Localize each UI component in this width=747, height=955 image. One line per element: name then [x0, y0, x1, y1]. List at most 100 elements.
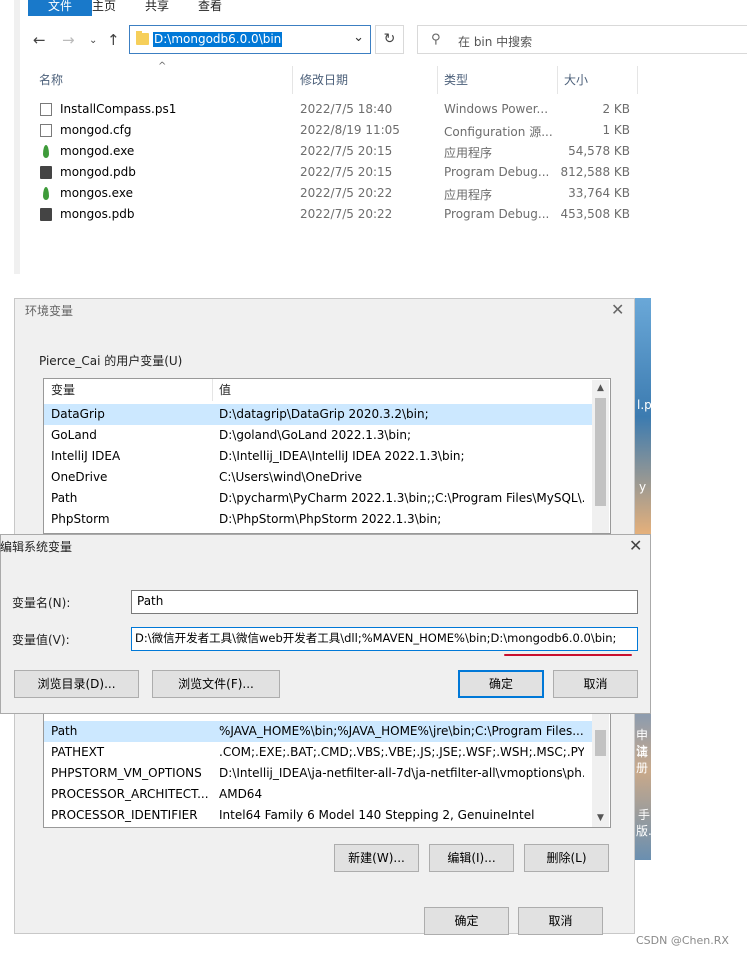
list-item[interactable]: PROCESSOR_ARCHITECT... AMD64	[44, 784, 592, 805]
var-value: AMD64	[219, 787, 263, 801]
file-date: 2022/7/5 20:15	[300, 144, 393, 158]
ribbon: 文件 主页 共享 查看	[14, 0, 747, 16]
desktop-text: l.py	[637, 398, 659, 412]
var-value: D:\pycharm\PyCharm 2022.1.3\bin;;C:\Prog…	[219, 491, 584, 505]
cancel-button[interactable]: 取消	[518, 907, 603, 935]
delete-button[interactable]: 删除(L)	[524, 844, 609, 872]
column-value[interactable]: 值	[219, 379, 231, 401]
file-type: 应用程序	[444, 188, 493, 202]
column-divider	[557, 66, 558, 94]
list-item[interactable]: PHPSTORM_VM_OPTIONS D:\Intellij_IDEA\ja-…	[44, 763, 592, 784]
search-icon: ⚲	[431, 32, 441, 47]
list-item[interactable]: OneDrive C:\Users\wind\OneDrive	[44, 467, 592, 488]
var-value: D:\goland\GoLand 2022.1.3\bin;	[219, 428, 412, 442]
file-row[interactable]: mongod.exe 2022/7/5 20:15 应用程序 54,578 KB	[40, 141, 640, 162]
highlight-underline	[504, 654, 632, 656]
browse-file-button[interactable]: 浏览文件(F)...	[152, 670, 280, 698]
file-name: mongos.pdb	[60, 207, 135, 221]
watermark: CSDN @Chen.RX	[636, 934, 729, 947]
file-name: mongod.pdb	[60, 165, 136, 179]
browse-directory-button[interactable]: 浏览目录(D)...	[14, 670, 139, 698]
script-file-icon	[40, 103, 52, 116]
ok-button[interactable]: 确定	[424, 907, 509, 935]
column-variable[interactable]: 变量	[51, 379, 75, 401]
scrollbar[interactable]: ▲	[592, 380, 609, 533]
address-bar[interactable]: D:\mongodb6.0.0\bin ⌄	[129, 25, 371, 54]
explorer-nav-pane-edge	[14, 0, 20, 274]
column-name[interactable]: 名称	[39, 71, 63, 88]
user-vars-list[interactable]: 变量 值 DataGrip D:\datagrip\DataGrip 2020.…	[43, 378, 611, 534]
var-value: D:\Intellij_IDEA\ja-netfilter-all-7d\ja-…	[219, 766, 584, 780]
window-title: 环境变量	[25, 304, 74, 318]
column-divider	[212, 379, 213, 401]
scroll-up-icon[interactable]: ▲	[597, 383, 604, 393]
var-name: OneDrive	[51, 470, 108, 484]
file-size: 54,578 KB	[568, 144, 630, 158]
column-size[interactable]: 大小	[564, 71, 588, 88]
recent-chevron-icon[interactable]: ⌄	[89, 35, 97, 46]
column-divider	[437, 66, 438, 94]
variable-value-input[interactable]: D:\微信开发者工具\微信web开发者工具\dll;%MAVEN_HOME%\b…	[131, 627, 638, 651]
scrollbar[interactable]: ▼	[592, 714, 609, 827]
variable-value-label: 变量值(V):	[12, 633, 70, 647]
var-value: D:\PhpStorm\PhpStorm 2022.1.3\bin;	[219, 512, 442, 526]
var-name: PROCESSOR_ARCHITECT...	[51, 787, 209, 801]
list-item[interactable]: IntelliJ IDEA D:\Intellij_IDEA\IntelliJ …	[44, 446, 592, 467]
list-item[interactable]: PATHEXT .COM;.EXE;.BAT;.CMD;.VBS;.VBE;.J…	[44, 742, 592, 763]
file-name: mongod.cfg	[60, 123, 132, 137]
dialog-title: 编辑系统变量	[0, 540, 73, 554]
new-button[interactable]: 新建(W)...	[334, 844, 419, 872]
file-row[interactable]: mongod.pdb 2022/7/5 20:15 Program Debug.…	[40, 162, 640, 183]
file-date: 2022/7/5 20:15	[300, 165, 393, 179]
back-arrow-icon[interactable]: ←	[33, 31, 46, 49]
address-text[interactable]: D:\mongodb6.0.0\bin	[153, 32, 283, 47]
refresh-button[interactable]: ↻	[375, 25, 404, 54]
column-type[interactable]: 类型	[444, 71, 468, 88]
column-date[interactable]: 修改日期	[300, 71, 348, 88]
file-size: 453,508 KB	[560, 207, 630, 221]
file-row[interactable]: mongod.cfg 2022/8/19 11:05 Configuration…	[40, 120, 640, 141]
sort-up-icon: ^	[158, 61, 167, 72]
ribbon-tab-home[interactable]: 主页	[92, 0, 116, 16]
file-type: 应用程序	[444, 146, 493, 160]
variable-name-input[interactable]: Path	[131, 590, 638, 614]
list-item[interactable]: PROCESSOR_IDENTIFIER Intel64 Family 6 Mo…	[44, 805, 592, 826]
dialog-ok-button[interactable]: 确定	[458, 670, 544, 698]
file-row[interactable]: mongos.exe 2022/7/5 20:22 应用程序 33,764 KB	[40, 183, 640, 204]
ribbon-tab-share[interactable]: 共享	[145, 0, 169, 16]
list-item[interactable]: DataGrip D:\datagrip\DataGrip 2020.3.2\b…	[44, 404, 592, 425]
file-size: 33,764 KB	[568, 186, 630, 200]
file-date: 2022/7/5 20:22	[300, 207, 393, 221]
desktop-text: 版...	[636, 824, 660, 838]
chevron-down-icon[interactable]: ⌄	[353, 30, 364, 45]
search-box[interactable]: ⚲ 在 bin 中搜索	[417, 25, 747, 54]
system-vars-list[interactable]: Path %JAVA_HOME%\bin;%JAVA_HOME%\jre\bin…	[43, 712, 611, 828]
close-icon[interactable]: ✕	[611, 300, 624, 319]
var-value: Intel64 Family 6 Model 140 Stepping 2, G…	[219, 808, 535, 822]
list-item[interactable]: Path %JAVA_HOME%\bin;%JAVA_HOME%\jre\bin…	[44, 721, 592, 742]
var-name: Path	[51, 724, 78, 738]
forward-arrow-icon[interactable]: →	[62, 31, 75, 49]
up-arrow-icon[interactable]: ↑	[107, 31, 120, 49]
ribbon-tab-view[interactable]: 查看	[198, 0, 222, 16]
edit-button[interactable]: 编辑(I)...	[429, 844, 514, 872]
var-value: D:\datagrip\DataGrip 2020.3.2\bin;	[219, 407, 429, 421]
file-name: InstallCompass.ps1	[60, 102, 177, 116]
var-value: %JAVA_HOME%\bin;%JAVA_HOME%\jre\bin;C:\P…	[219, 724, 584, 738]
close-icon[interactable]: ✕	[629, 536, 642, 555]
dialog-cancel-button[interactable]: 取消	[553, 670, 638, 698]
desktop-text: 手	[638, 808, 651, 822]
file-name: mongod.exe	[60, 144, 135, 158]
file-type: Program Debug...	[444, 165, 550, 179]
list-item[interactable]: Path D:\pycharm\PyCharm 2022.1.3\bin;;C:…	[44, 488, 592, 509]
file-row[interactable]: InstallCompass.ps1 2022/7/5 18:40 Window…	[40, 99, 640, 120]
scrollbar-thumb[interactable]	[595, 398, 606, 506]
scrollbar-thumb[interactable]	[595, 730, 606, 756]
scroll-down-icon[interactable]: ▼	[597, 813, 604, 823]
user-vars-group-label: Pierce_Cai 的用户变量(U)	[39, 354, 183, 368]
variable-name-label: 变量名(N):	[12, 596, 71, 610]
ribbon-tab-file[interactable]: 文件	[28, 0, 92, 16]
list-item[interactable]: GoLand D:\goland\GoLand 2022.1.3\bin;	[44, 425, 592, 446]
file-row[interactable]: mongos.pdb 2022/7/5 20:22 Program Debug.…	[40, 204, 640, 225]
list-item[interactable]: PhpStorm D:\PhpStorm\PhpStorm 2022.1.3\b…	[44, 509, 592, 530]
